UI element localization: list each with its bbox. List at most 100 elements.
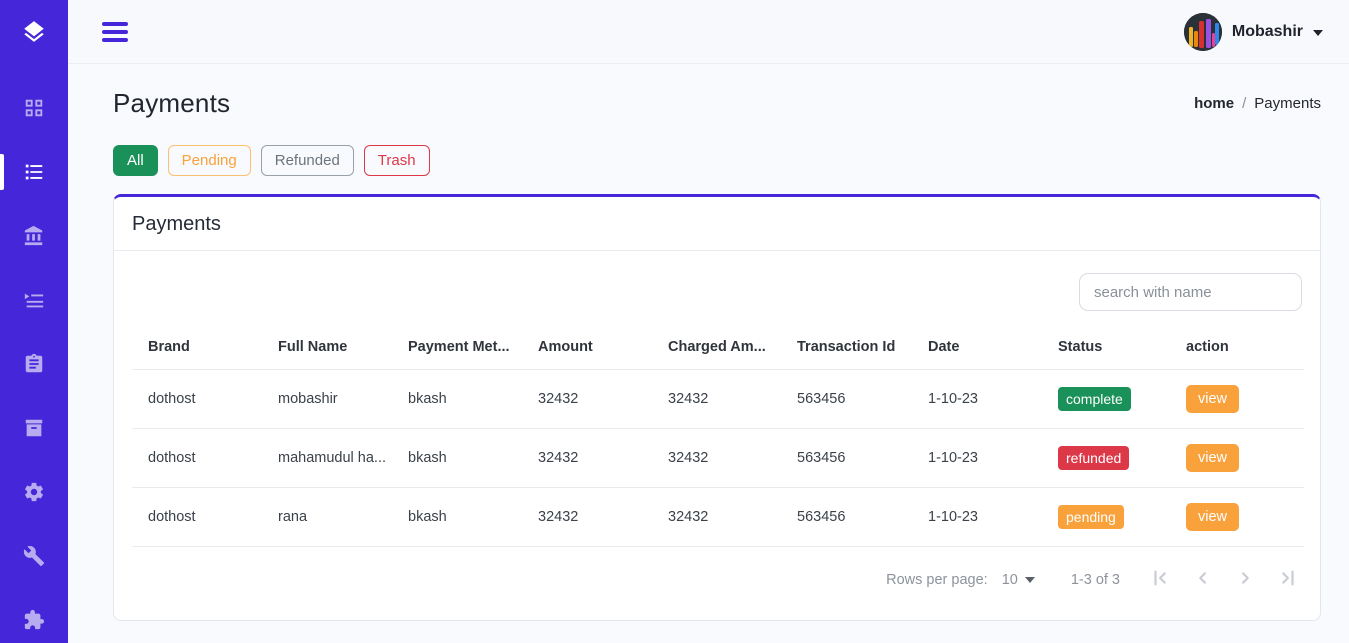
breadcrumb-home-link[interactable]: home bbox=[1194, 95, 1234, 112]
view-button[interactable]: view bbox=[1186, 385, 1239, 413]
col-transaction-id: Transaction Id bbox=[781, 333, 912, 370]
cell-transaction-id: 563456 bbox=[781, 370, 912, 429]
first-page-button[interactable] bbox=[1148, 565, 1174, 594]
card-body: Brand Full Name Payment Met... Amount Ch… bbox=[114, 251, 1320, 620]
col-action: action bbox=[1170, 333, 1304, 370]
list-icon bbox=[23, 161, 45, 183]
filter-all-button[interactable]: All bbox=[113, 145, 158, 176]
payments-table: Brand Full Name Payment Met... Amount Ch… bbox=[132, 333, 1304, 547]
sidebar-item-settings[interactable] bbox=[0, 460, 68, 524]
bank-icon bbox=[23, 225, 45, 247]
puzzle-icon bbox=[23, 609, 45, 631]
view-button[interactable]: view bbox=[1186, 503, 1239, 531]
grid-icon bbox=[23, 97, 45, 119]
pagination-range: 1-3 of 3 bbox=[1071, 572, 1120, 588]
cell-payment-method: bkash bbox=[392, 370, 522, 429]
sidebar-item-dashboard[interactable] bbox=[0, 76, 68, 140]
playlist-icon bbox=[23, 289, 45, 311]
chevron-right-icon bbox=[1234, 567, 1256, 589]
col-brand: Brand bbox=[132, 333, 262, 370]
card-title: Payments bbox=[132, 213, 1302, 236]
sidebar-item-bank[interactable] bbox=[0, 204, 68, 268]
col-full-name: Full Name bbox=[262, 333, 392, 370]
pagination-nav bbox=[1148, 565, 1300, 594]
filter-refunded-button[interactable]: Refunded bbox=[261, 145, 354, 176]
first-page-icon bbox=[1150, 567, 1172, 589]
archive-box-icon bbox=[23, 417, 45, 439]
chevron-left-icon bbox=[1192, 567, 1214, 589]
view-button[interactable]: view bbox=[1186, 444, 1239, 472]
cell-brand: dothost bbox=[132, 370, 262, 429]
sidebar-item-addons[interactable] bbox=[0, 588, 68, 643]
table-row: dothost mobashir bkash 32432 32432 56345… bbox=[132, 370, 1304, 429]
status-badge: refunded bbox=[1058, 446, 1129, 470]
cell-charged-amount: 32432 bbox=[652, 370, 781, 429]
status-badge: complete bbox=[1058, 387, 1131, 411]
cell-amount: 32432 bbox=[522, 488, 652, 547]
cell-date: 1-10-23 bbox=[912, 370, 1042, 429]
cell-brand: dothost bbox=[132, 488, 262, 547]
rows-per-page-value: 10 bbox=[1002, 572, 1018, 588]
cell-full-name: mobashir bbox=[262, 370, 392, 429]
cell-charged-amount: 32432 bbox=[652, 429, 781, 488]
search-row bbox=[132, 273, 1302, 311]
cell-charged-amount: 32432 bbox=[652, 488, 781, 547]
layers-icon bbox=[21, 19, 47, 45]
card-header: Payments bbox=[114, 197, 1320, 251]
previous-page-button[interactable] bbox=[1190, 565, 1216, 594]
breadcrumb-separator: / bbox=[1242, 95, 1246, 112]
status-badge: pending bbox=[1058, 505, 1124, 529]
avatar bbox=[1184, 13, 1222, 51]
user-menu[interactable]: Mobashir bbox=[1184, 13, 1323, 51]
app-logo[interactable] bbox=[0, 0, 68, 64]
document-icon bbox=[23, 353, 45, 375]
breadcrumb-current: Payments bbox=[1254, 95, 1321, 112]
topbar: Mobashir bbox=[68, 0, 1349, 64]
col-charged-amount: Charged Am... bbox=[652, 333, 781, 370]
cell-payment-method: bkash bbox=[392, 488, 522, 547]
app-root: Mobashir Payments home / Payments All Pe… bbox=[0, 0, 1349, 643]
cell-date: 1-10-23 bbox=[912, 429, 1042, 488]
next-page-button[interactable] bbox=[1232, 565, 1258, 594]
sidebar-item-tools[interactable] bbox=[0, 524, 68, 588]
sidebar-item-payments[interactable] bbox=[0, 140, 68, 204]
page-title: Payments bbox=[113, 88, 230, 119]
main-content: Payments home / Payments All Pending Ref… bbox=[68, 64, 1349, 643]
gear-icon bbox=[23, 481, 45, 503]
cell-amount: 32432 bbox=[522, 429, 652, 488]
rows-per-page-label: Rows per page: bbox=[886, 572, 988, 588]
page-head: Payments home / Payments bbox=[113, 88, 1321, 119]
user-name: Mobashir bbox=[1232, 23, 1303, 41]
sidebar-item-documents[interactable] bbox=[0, 332, 68, 396]
col-payment-method: Payment Met... bbox=[392, 333, 522, 370]
rows-per-page-select[interactable]: 10 bbox=[1002, 572, 1035, 588]
avatar-image bbox=[1184, 13, 1222, 51]
sidebar-nav bbox=[0, 64, 68, 643]
payments-card: Payments Brand Full Name bbox=[113, 194, 1321, 621]
cell-transaction-id: 563456 bbox=[781, 429, 912, 488]
filter-trash-button[interactable]: Trash bbox=[364, 145, 430, 176]
search-input[interactable] bbox=[1079, 273, 1302, 311]
cell-full-name: mahamudul ha... bbox=[262, 429, 392, 488]
filter-pending-button[interactable]: Pending bbox=[168, 145, 251, 176]
cell-full-name: rana bbox=[262, 488, 392, 547]
sidebar-item-store[interactable] bbox=[0, 396, 68, 460]
table-row: dothost mahamudul ha... bkash 32432 3243… bbox=[132, 429, 1304, 488]
last-page-button[interactable] bbox=[1274, 565, 1300, 594]
sidebar-item-orders[interactable] bbox=[0, 268, 68, 332]
cell-payment-method: bkash bbox=[392, 429, 522, 488]
cell-transaction-id: 563456 bbox=[781, 488, 912, 547]
hamburger-menu-button[interactable] bbox=[98, 18, 132, 46]
wrench-icon bbox=[23, 545, 45, 567]
chevron-down-icon bbox=[1313, 30, 1323, 36]
last-page-icon bbox=[1276, 567, 1298, 589]
table-header-row: Brand Full Name Payment Met... Amount Ch… bbox=[132, 333, 1304, 370]
breadcrumb: home / Payments bbox=[1194, 95, 1321, 112]
cell-brand: dothost bbox=[132, 429, 262, 488]
cell-date: 1-10-23 bbox=[912, 488, 1042, 547]
col-date: Date bbox=[912, 333, 1042, 370]
caret-down-icon bbox=[1025, 577, 1035, 583]
hamburger-icon bbox=[102, 22, 128, 26]
cell-amount: 32432 bbox=[522, 370, 652, 429]
col-amount: Amount bbox=[522, 333, 652, 370]
